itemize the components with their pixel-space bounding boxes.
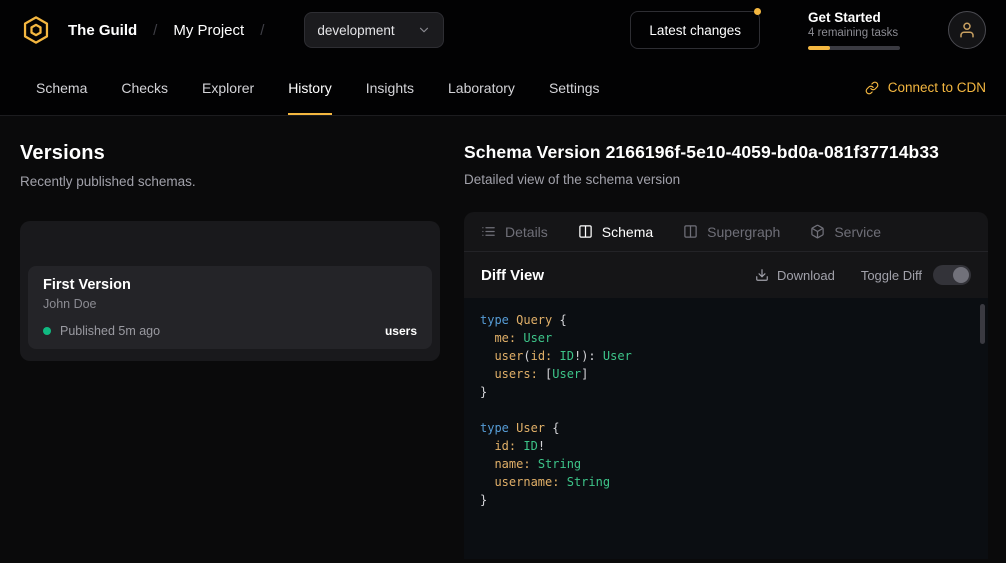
- connect-cdn-button[interactable]: Connect to CDN: [865, 60, 986, 115]
- breadcrumb-org[interactable]: The Guild: [68, 22, 137, 39]
- nav-tab-insights[interactable]: Insights: [366, 60, 414, 115]
- detail-tab-label: Supergraph: [707, 224, 780, 240]
- scrollbar-thumb[interactable]: [980, 304, 985, 344]
- latest-changes-label: Latest changes: [649, 23, 741, 38]
- download-icon: [755, 268, 769, 282]
- toggle-diff-label: Toggle Diff: [861, 268, 922, 283]
- detail-tab-label: Service: [834, 224, 881, 240]
- nav-tab-history[interactable]: History: [288, 60, 332, 115]
- main-nav: Schema Checks Explorer History Insights …: [0, 60, 1006, 116]
- breadcrumb-separator: /: [260, 22, 264, 39]
- diff-view-title: Diff View: [481, 267, 544, 284]
- version-detail-subtitle: Detailed view of the schema version: [464, 172, 988, 187]
- schema-code-block: type Query { me: User user(id: ID!): Use…: [464, 298, 988, 559]
- columns-icon: [683, 224, 698, 239]
- nav-tab-laboratory[interactable]: Laboratory: [448, 60, 515, 115]
- toggle-diff-switch[interactable]: [933, 265, 971, 285]
- nav-tab-explorer[interactable]: Explorer: [202, 60, 254, 115]
- breadcrumb-project[interactable]: My Project: [173, 22, 244, 39]
- link-icon: [865, 81, 879, 95]
- get-started-title: Get Started: [808, 10, 900, 25]
- columns-icon: [578, 224, 593, 239]
- get-started-progressbar: [808, 46, 900, 50]
- target-selector[interactable]: development: [304, 12, 443, 48]
- version-status: Published 5m ago: [60, 324, 160, 338]
- code-lines: type Query { me: User user(id: ID!): Use…: [480, 311, 972, 509]
- connect-cdn-label: Connect to CDN: [888, 80, 986, 95]
- detail-tab-label: Schema: [602, 224, 653, 240]
- version-service-badge: users: [385, 324, 417, 338]
- published-status-dot: [43, 327, 51, 335]
- detail-tab-service[interactable]: Service: [810, 224, 881, 240]
- detail-tabbar: Details Schema Supergraph: [464, 212, 988, 252]
- download-button[interactable]: Download: [755, 268, 835, 283]
- versions-card: First Version John Doe Published 5m ago …: [20, 221, 440, 361]
- main-content: Versions Recently published schemas. Fir…: [0, 116, 1006, 559]
- versions-title: Versions: [20, 142, 440, 165]
- header: The Guild / My Project / development Lat…: [0, 0, 1006, 60]
- latest-changes-button[interactable]: Latest changes: [630, 11, 760, 49]
- get-started-subtitle: 4 remaining tasks: [808, 27, 900, 39]
- breadcrumb-separator: /: [153, 22, 157, 39]
- version-list-item[interactable]: First Version John Doe Published 5m ago …: [28, 266, 432, 349]
- box-icon: [810, 224, 825, 239]
- version-name: First Version: [43, 277, 417, 293]
- diff-toolbar: Diff View Download Toggle Diff: [464, 252, 988, 298]
- nav-tab-settings[interactable]: Settings: [549, 60, 600, 115]
- version-detail-title: Schema Version 2166196f-5e10-4059-bd0a-0…: [464, 142, 988, 163]
- get-started-widget[interactable]: Get Started 4 remaining tasks: [808, 10, 900, 50]
- version-author: John Doe: [43, 297, 417, 311]
- nav-tab-schema[interactable]: Schema: [36, 60, 87, 115]
- detail-tab-label: Details: [505, 224, 548, 240]
- versions-subtitle: Recently published schemas.: [20, 174, 440, 189]
- detail-tab-schema[interactable]: Schema: [578, 224, 653, 240]
- version-detail-panel: Details Schema Supergraph: [464, 212, 988, 559]
- download-label: Download: [777, 268, 835, 283]
- user-icon: [958, 21, 976, 39]
- version-detail-column: Schema Version 2166196f-5e10-4059-bd0a-0…: [464, 142, 988, 559]
- app-root: The Guild / My Project / development Lat…: [0, 0, 1006, 563]
- list-icon: [481, 224, 496, 239]
- versions-column: Versions Recently published schemas. Fir…: [20, 142, 440, 559]
- chevron-down-icon: [417, 23, 431, 37]
- target-selector-value: development: [317, 23, 394, 38]
- get-started-progress-fill: [808, 46, 830, 50]
- notification-dot: [754, 8, 761, 15]
- toggle-knob: [953, 267, 969, 283]
- hive-logo-icon[interactable]: [20, 14, 52, 46]
- nav-tab-checks[interactable]: Checks: [121, 60, 168, 115]
- detail-tab-details[interactable]: Details: [481, 224, 548, 240]
- detail-tab-supergraph[interactable]: Supergraph: [683, 224, 780, 240]
- user-avatar[interactable]: [948, 11, 986, 49]
